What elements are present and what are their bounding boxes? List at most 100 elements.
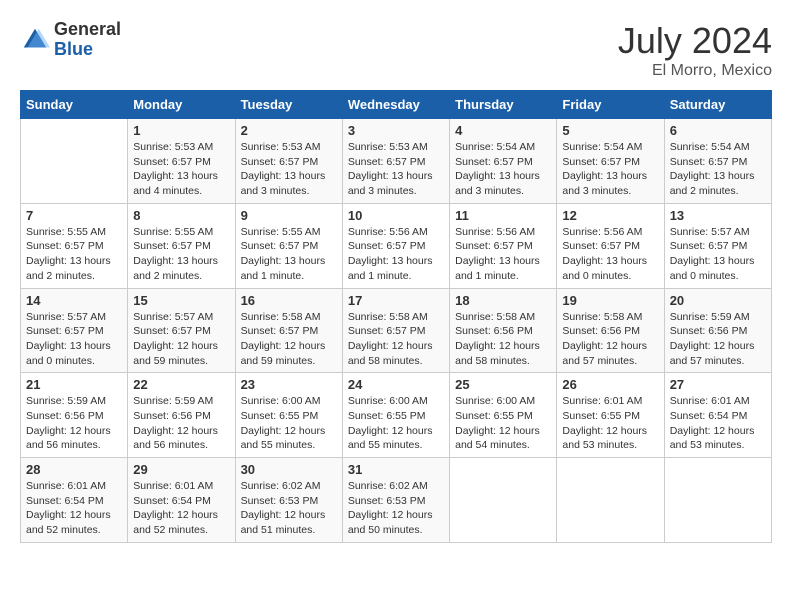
day-number: 24 [348, 377, 444, 392]
calendar-location: El Morro, Mexico [618, 62, 772, 80]
day-cell: 26 Sunrise: 6:01 AM Sunset: 6:55 PM Dayli… [557, 373, 664, 458]
day-info: Sunrise: 5:53 AM Sunset: 6:57 PM Dayligh… [241, 140, 337, 199]
logo-blue: Blue [54, 40, 121, 60]
day-number: 21 [26, 377, 122, 392]
logo-icon [20, 25, 50, 55]
day-cell: 12 Sunrise: 5:56 AM Sunset: 6:57 PM Dayli… [557, 203, 664, 288]
column-header-sunday: Sunday [21, 91, 128, 119]
day-cell: 20Sunrise: 5:59 AM Sunset: 6:56 PM Dayli… [664, 288, 771, 373]
day-number: 26 [562, 377, 658, 392]
day-number: 13 [670, 208, 766, 223]
day-number: 15 [133, 293, 229, 308]
day-cell: 11 Sunrise: 5:56 AM Sunset: 6:57 PM Dayli… [450, 203, 557, 288]
day-info: Sunrise: 6:01 AM Sunset: 6:54 PM Dayligh… [670, 394, 766, 453]
day-cell: 22 Sunrise: 5:59 AM Sunset: 6:56 PM Dayli… [128, 373, 235, 458]
day-info: Sunrise: 6:00 AM Sunset: 6:55 PM Dayligh… [348, 394, 444, 453]
day-number: 14 [26, 293, 122, 308]
day-cell: 19Sunrise: 5:58 AM Sunset: 6:56 PM Dayli… [557, 288, 664, 373]
day-info: Sunrise: 5:56 AM Sunset: 6:57 PM Dayligh… [455, 225, 551, 284]
day-info: Sunrise: 6:00 AM Sunset: 6:55 PM Dayligh… [241, 394, 337, 453]
week-row-3: 14 Sunrise: 5:57 AM Sunset: 6:57 PM Dayli… [21, 288, 772, 373]
day-info: Sunrise: 5:59 AM Sunset: 6:56 PM Dayligh… [26, 394, 122, 453]
day-info: Sunrise: 6:02 AM Sunset: 6:53 PM Dayligh… [348, 479, 444, 538]
day-cell: 18 Sunrise: 5:58 AM Sunset: 6:56 PM Dayli… [450, 288, 557, 373]
day-number: 11 [455, 208, 551, 223]
column-header-monday: Monday [128, 91, 235, 119]
day-number: 5 [562, 123, 658, 138]
day-info: Sunrise: 5:55 AM Sunset: 6:57 PM Dayligh… [26, 225, 122, 284]
day-number: 22 [133, 377, 229, 392]
day-cell: 13 Sunrise: 5:57 AM Sunset: 6:57 PM Dayli… [664, 203, 771, 288]
day-number: 31 [348, 462, 444, 477]
day-cell: 27 Sunrise: 6:01 AM Sunset: 6:54 PM Dayli… [664, 373, 771, 458]
day-number: 30 [241, 462, 337, 477]
day-info: Sunrise: 6:02 AM Sunset: 6:53 PM Dayligh… [241, 479, 337, 538]
day-info: Sunrise: 6:01 AM Sunset: 6:54 PM Dayligh… [133, 479, 229, 538]
day-info: Sunrise: 5:55 AM Sunset: 6:57 PM Dayligh… [133, 225, 229, 284]
day-info: Sunrise: 5:59 AM Sunset: 6:56 PM Dayligh… [133, 394, 229, 453]
day-cell: 30 Sunrise: 6:02 AM Sunset: 6:53 PM Dayli… [235, 458, 342, 543]
day-number: 17 [348, 293, 444, 308]
day-number: 18 [455, 293, 551, 308]
day-cell: 14Sunrise: 5:57 AM Sunset: 6:57 PM Dayli… [21, 288, 128, 373]
day-cell: 25 Sunrise: 6:00 AM Sunset: 6:55 PM Dayli… [450, 373, 557, 458]
title-block: July 2024 El Morro, Mexico [618, 20, 772, 80]
day-info: Sunrise: 5:58 AM Sunset: 6:56 PM Dayligh… [455, 310, 551, 369]
column-header-thursday: Thursday [450, 91, 557, 119]
calendar-header: SundayMondayTuesdayWednesdayThursdayFrid… [21, 91, 772, 119]
day-info: Sunrise: 5:58 AM Sunset: 6:56 PM Dayligh… [562, 310, 658, 369]
day-number: 6 [670, 123, 766, 138]
day-info: Sunrise: 5:57 AM Sunset: 6:57 PM Dayligh… [670, 225, 766, 284]
day-number: 20 [670, 293, 766, 308]
day-number: 27 [670, 377, 766, 392]
day-number: 23 [241, 377, 337, 392]
day-cell: 9Sunrise: 5:55 AM Sunset: 6:57 PM Daylig… [235, 203, 342, 288]
day-number: 2 [241, 123, 337, 138]
day-info: Sunrise: 5:54 AM Sunset: 6:57 PM Dayligh… [562, 140, 658, 199]
day-info: Sunrise: 5:57 AM Sunset: 6:57 PM Dayligh… [133, 310, 229, 369]
day-number: 25 [455, 377, 551, 392]
day-cell: 24 Sunrise: 6:00 AM Sunset: 6:55 PM Dayli… [342, 373, 449, 458]
day-number: 7 [26, 208, 122, 223]
column-header-friday: Friday [557, 91, 664, 119]
day-cell: 1 Sunrise: 5:53 AM Sunset: 6:57 PM Daylig… [128, 119, 235, 204]
day-info: Sunrise: 5:54 AM Sunset: 6:57 PM Dayligh… [670, 140, 766, 199]
day-info: Sunrise: 5:53 AM Sunset: 6:57 PM Dayligh… [133, 140, 229, 199]
week-row-4: 21 Sunrise: 5:59 AM Sunset: 6:56 PM Dayli… [21, 373, 772, 458]
day-number: 9 [241, 208, 337, 223]
day-cell: 31 Sunrise: 6:02 AM Sunset: 6:53 PM Dayli… [342, 458, 449, 543]
day-number: 4 [455, 123, 551, 138]
calendar-table: SundayMondayTuesdayWednesdayThursdayFrid… [20, 90, 772, 543]
day-number: 10 [348, 208, 444, 223]
day-cell: 6 Sunrise: 5:54 AM Sunset: 6:57 PM Daylig… [664, 119, 771, 204]
day-info: Sunrise: 5:56 AM Sunset: 6:57 PM Dayligh… [348, 225, 444, 284]
day-cell: 15 Sunrise: 5:57 AM Sunset: 6:57 PM Dayli… [128, 288, 235, 373]
day-number: 3 [348, 123, 444, 138]
day-cell [450, 458, 557, 543]
day-cell [21, 119, 128, 204]
calendar-title: July 2024 [618, 20, 772, 62]
day-info: Sunrise: 5:56 AM Sunset: 6:57 PM Dayligh… [562, 225, 658, 284]
day-cell: 10 Sunrise: 5:56 AM Sunset: 6:57 PM Dayli… [342, 203, 449, 288]
logo-text: General Blue [54, 20, 121, 60]
day-cell: 2 Sunrise: 5:53 AM Sunset: 6:57 PM Daylig… [235, 119, 342, 204]
day-info: Sunrise: 5:53 AM Sunset: 6:57 PM Dayligh… [348, 140, 444, 199]
day-number: 1 [133, 123, 229, 138]
week-row-5: 28Sunrise: 6:01 AM Sunset: 6:54 PM Dayli… [21, 458, 772, 543]
day-number: 29 [133, 462, 229, 477]
day-number: 12 [562, 208, 658, 223]
day-info: Sunrise: 5:58 AM Sunset: 6:57 PM Dayligh… [241, 310, 337, 369]
day-info: Sunrise: 6:00 AM Sunset: 6:55 PM Dayligh… [455, 394, 551, 453]
day-info: Sunrise: 5:54 AM Sunset: 6:57 PM Dayligh… [455, 140, 551, 199]
day-number: 8 [133, 208, 229, 223]
day-cell [664, 458, 771, 543]
day-cell: 17Sunrise: 5:58 AM Sunset: 6:57 PM Dayli… [342, 288, 449, 373]
day-cell: 4 Sunrise: 5:54 AM Sunset: 6:57 PM Daylig… [450, 119, 557, 204]
day-cell: 16 Sunrise: 5:58 AM Sunset: 6:57 PM Dayli… [235, 288, 342, 373]
day-info: Sunrise: 6:01 AM Sunset: 6:55 PM Dayligh… [562, 394, 658, 453]
column-header-saturday: Saturday [664, 91, 771, 119]
day-cell: 23 Sunrise: 6:00 AM Sunset: 6:55 PM Dayli… [235, 373, 342, 458]
day-number: 16 [241, 293, 337, 308]
page-header: General Blue July 2024 El Morro, Mexico [20, 20, 772, 80]
day-cell: 7 Sunrise: 5:55 AM Sunset: 6:57 PM Daylig… [21, 203, 128, 288]
